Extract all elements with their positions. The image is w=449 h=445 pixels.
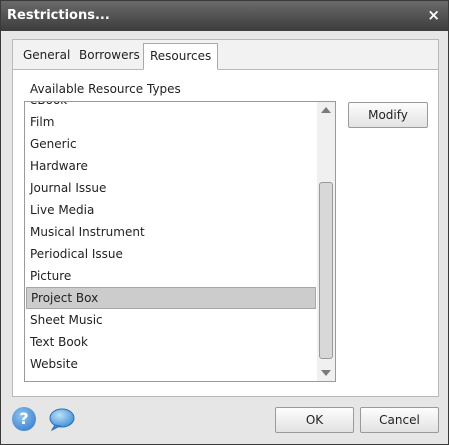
help-icon[interactable]: ? — [12, 407, 36, 431]
list-item[interactable]: Film — [26, 111, 316, 133]
scroll-up-icon[interactable] — [321, 107, 331, 113]
list-items-container: eBookFilmGenericHardwareJournal IssueLiv… — [25, 102, 317, 375]
scrollbar[interactable] — [317, 102, 335, 381]
chat-icon[interactable] — [48, 407, 76, 431]
resource-types-list[interactable]: eBookFilmGenericHardwareJournal IssueLiv… — [24, 101, 336, 382]
list-item[interactable]: Musical Instrument — [26, 221, 316, 243]
list-item[interactable]: Text Book — [26, 331, 316, 353]
list-item[interactable]: Sheet Music — [26, 309, 316, 331]
tab-strip: General Borrowers Resources — [13, 40, 438, 70]
modify-button[interactable]: Modify — [348, 102, 428, 128]
tab-panel: General Borrowers Resources Available Re… — [12, 39, 439, 397]
cancel-button[interactable]: Cancel — [360, 407, 439, 433]
list-item[interactable]: Journal Issue — [26, 177, 316, 199]
restrictions-dialog: Restrictions... × General Borrowers Reso… — [0, 0, 449, 445]
ok-button[interactable]: OK — [275, 407, 354, 433]
list-item[interactable]: eBook — [26, 102, 316, 111]
close-icon[interactable]: × — [427, 7, 440, 23]
list-item[interactable]: Project Box — [26, 287, 316, 309]
dialog-title: Restrictions... — [7, 8, 110, 23]
title-bar: Restrictions... × — [1, 1, 448, 31]
section-label: Available Resource Types — [30, 82, 181, 96]
list-item[interactable]: Live Media — [26, 199, 316, 221]
list-item[interactable]: Periodical Issue — [26, 243, 316, 265]
tab-borrowers[interactable]: Borrowers — [73, 43, 146, 68]
list-item[interactable]: Website — [26, 353, 316, 375]
list-item[interactable]: Picture — [26, 265, 316, 287]
tab-resources[interactable]: Resources — [143, 43, 219, 70]
scroll-thumb[interactable] — [319, 182, 333, 359]
list-item[interactable]: Hardware — [26, 155, 316, 177]
tab-general[interactable]: General — [17, 43, 76, 68]
list-item[interactable]: Generic — [26, 133, 316, 155]
scroll-down-icon[interactable] — [321, 370, 331, 376]
